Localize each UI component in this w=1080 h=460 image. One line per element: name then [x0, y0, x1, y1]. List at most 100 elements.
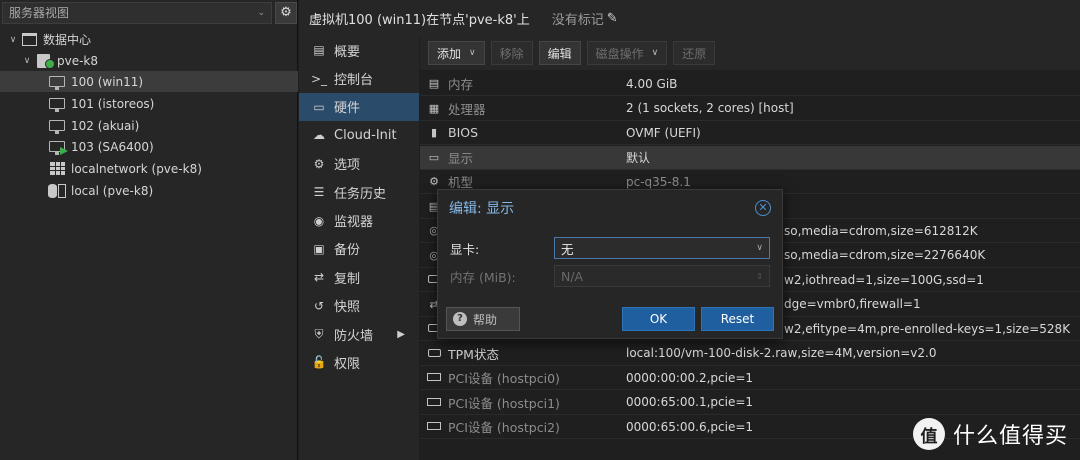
- hardware-row-display[interactable]: ▭ 显示 默认: [420, 145, 1080, 170]
- view-selector[interactable]: 服务器视图 ⌄: [2, 1, 272, 24]
- hardware-name: PCI设备 (hostpci0): [448, 371, 560, 386]
- menu-item-summary[interactable]: ▤ 概要: [299, 36, 419, 64]
- tree-node-local-storage[interactable]: local (pve-k8): [0, 180, 298, 201]
- memory-label: 内存 (MiB):: [450, 269, 516, 285]
- dialog-title: 编辑: 显示: [449, 201, 515, 217]
- hardware-value: 2 (1 sockets, 2 cores) [host]: [626, 101, 794, 115]
- tree-node-pve-k8[interactable]: ∨ pve-k8: [0, 50, 298, 71]
- terminal-icon: >_: [311, 71, 328, 86]
- menu-item-cloud-init[interactable]: ☁ Cloud-Init: [299, 121, 419, 149]
- cogs-icon: ⚙: [429, 175, 439, 188]
- hardware-name: PCI设备 (hostpci1): [448, 395, 560, 411]
- chevron-down-icon: ∨: [651, 48, 659, 58]
- floppy-icon: ▣: [313, 241, 325, 256]
- menu-item-label: 复制: [334, 271, 361, 287]
- gear-icon[interactable]: ⚙: [275, 1, 297, 24]
- hardware-value: local:100/vm-100-disk-2.raw,size=4M,vers…: [626, 346, 937, 360]
- menu-item-label: 概要: [334, 44, 361, 60]
- dialog-header: 编辑: 显示 ✕: [438, 190, 782, 226]
- hardware-row-memory[interactable]: ▤ 内存 4.00 GiB: [420, 72, 1080, 96]
- gear-icon: ⚙: [313, 156, 325, 171]
- vm-side-menu: ▤ 概要 >_ 控制台 ▭ 硬件 ☁ Cloud-Init ⚙ 选项 ☰ 任务历史 ◉ 监视器…: [299, 36, 419, 460]
- revert-button[interactable]: 还原: [673, 41, 716, 65]
- watermark-text: 什么值得买: [952, 424, 1068, 449]
- pencil-icon[interactable]: ✎: [607, 11, 618, 26]
- remove-button[interactable]: 移除: [490, 41, 533, 65]
- menu-item-firewall[interactable]: ⛨ 防火墙 ▶: [299, 320, 419, 348]
- menu-item-monitor[interactable]: ◉ 监视器: [299, 206, 419, 234]
- menu-item-options[interactable]: ⚙ 选项: [299, 150, 419, 178]
- hardware-row-tpm-state[interactable]: TPM状态 local:100/vm-100-disk-2.raw,size=4…: [420, 342, 1080, 366]
- history-icon: ↺: [313, 298, 325, 313]
- chevron-right-icon[interactable]: ▶: [397, 329, 405, 340]
- view-header: 服务器视图 ⌄ ⚙: [0, 0, 298, 24]
- tree-node-label: local (pve-k8): [71, 183, 154, 198]
- reset-button[interactable]: Reset: [701, 307, 774, 331]
- ok-button-label: OK: [649, 312, 668, 326]
- hardware-value: pc-q35-8.1: [626, 174, 691, 189]
- graphic-card-label: 显卡:: [450, 241, 480, 257]
- tags-label: 没有标记: [551, 12, 604, 28]
- menu-item-label: 防火墙: [334, 328, 374, 344]
- chevron-down-icon: ⌄: [257, 7, 265, 18]
- tree-node-label: 100 (win11): [71, 74, 144, 89]
- edit-button[interactable]: 编辑: [538, 41, 581, 65]
- title-bar: 虚拟机100 (win11)在节点'pve-k8'上 没有标记 ✎: [299, 0, 1080, 36]
- hardware-value: 0000:65:00.1,pcie=1: [626, 395, 754, 409]
- monitor-icon: ▭: [313, 99, 325, 114]
- hardware-row-bios[interactable]: ▮ BIOS OVMF (UEFI): [420, 121, 1080, 145]
- hardware-value: OVMF (UEFI): [626, 125, 701, 140]
- unlock-icon: 🔓: [311, 355, 327, 370]
- add-button[interactable]: 添加 ∨: [428, 41, 485, 65]
- menu-item-console[interactable]: >_ 控制台: [299, 64, 419, 92]
- tree-node-vm-103[interactable]: 103 (SA6400): [0, 136, 298, 157]
- display-icon: ▭: [428, 150, 440, 164]
- hardware-row-cpu[interactable]: ▦ 处理器 2 (1 sockets, 2 cores) [host]: [420, 97, 1080, 121]
- disk-action-button[interactable]: 磁盘操作 ∨: [586, 41, 668, 65]
- hdd-icon: [420, 347, 448, 360]
- disk-action-label: 磁盘操作: [595, 46, 644, 61]
- memory-field[interactable]: N/A ⇕: [554, 265, 770, 287]
- menu-item-snapshot[interactable]: ↺ 快照: [299, 292, 419, 320]
- menu-item-replication[interactable]: ⇄ 复制: [299, 263, 419, 291]
- tree-node-label: 103 (SA6400): [71, 139, 154, 154]
- graphic-card-select[interactable]: 无 ∨: [554, 237, 770, 259]
- tree-node-label: pve-k8: [57, 53, 99, 68]
- tree-node-datacenter[interactable]: ∨ 数据中心: [0, 29, 298, 50]
- revert-button-label: 还原: [682, 46, 707, 61]
- pci-icon: [420, 420, 448, 433]
- menu-item-label: Cloud-Init: [334, 127, 397, 143]
- chevron-down-icon[interactable]: ∨: [756, 243, 763, 253]
- tree-node-vm-101[interactable]: 101 (istoreos): [0, 93, 298, 114]
- hardware-row-hostpci1[interactable]: PCI设备 (hostpci1) 0000:65:00.1,pcie=1: [420, 391, 1080, 415]
- retweet-icon: ⇄: [313, 270, 325, 285]
- watermark-logo: 值: [912, 418, 945, 450]
- menu-item-label: 快照: [334, 300, 361, 316]
- chevron-down-icon[interactable]: ∨: [20, 56, 34, 66]
- tree-node-label: 102 (akuai): [71, 118, 140, 133]
- memory-placeholder: N/A: [561, 268, 584, 284]
- tree-node-vm-100[interactable]: 100 (win11): [0, 71, 298, 92]
- menu-item-backup[interactable]: ▣ 备份: [299, 235, 419, 263]
- hardware-value: 默认: [626, 150, 651, 165]
- vm-icon: [48, 75, 66, 90]
- tree-node-vm-102[interactable]: 102 (akuai): [0, 115, 298, 136]
- question-icon: ?: [453, 312, 467, 326]
- help-button[interactable]: ? 帮助: [446, 307, 520, 331]
- pci-icon: [420, 371, 448, 384]
- menu-item-label: 备份: [334, 243, 361, 259]
- cpu-icon: ▦: [428, 101, 440, 115]
- watermark: 值 什么值得买: [912, 418, 1068, 450]
- tree-node-localnetwork[interactable]: localnetwork (pve-k8): [0, 158, 298, 179]
- hardware-value: 0000:00:00.2,pcie=1: [626, 370, 754, 385]
- memory-row: 内存 (MiB): N/A ⇕: [450, 264, 772, 288]
- close-icon[interactable]: ✕: [755, 200, 771, 216]
- menu-item-task-history[interactable]: ☰ 任务历史: [299, 178, 419, 206]
- menu-item-permissions[interactable]: 🔓 权限: [299, 348, 419, 376]
- graphic-card-row: 显卡: 无 ∨: [450, 236, 772, 260]
- ok-button[interactable]: OK: [622, 307, 695, 331]
- menu-item-hardware[interactable]: ▭ 硬件: [299, 92, 419, 122]
- eye-icon: ◉: [313, 213, 325, 228]
- hardware-row-hostpci0[interactable]: PCI设备 (hostpci0) 0000:00:00.2,pcie=1: [420, 366, 1080, 390]
- chevron-down-icon[interactable]: ∨: [6, 35, 20, 45]
